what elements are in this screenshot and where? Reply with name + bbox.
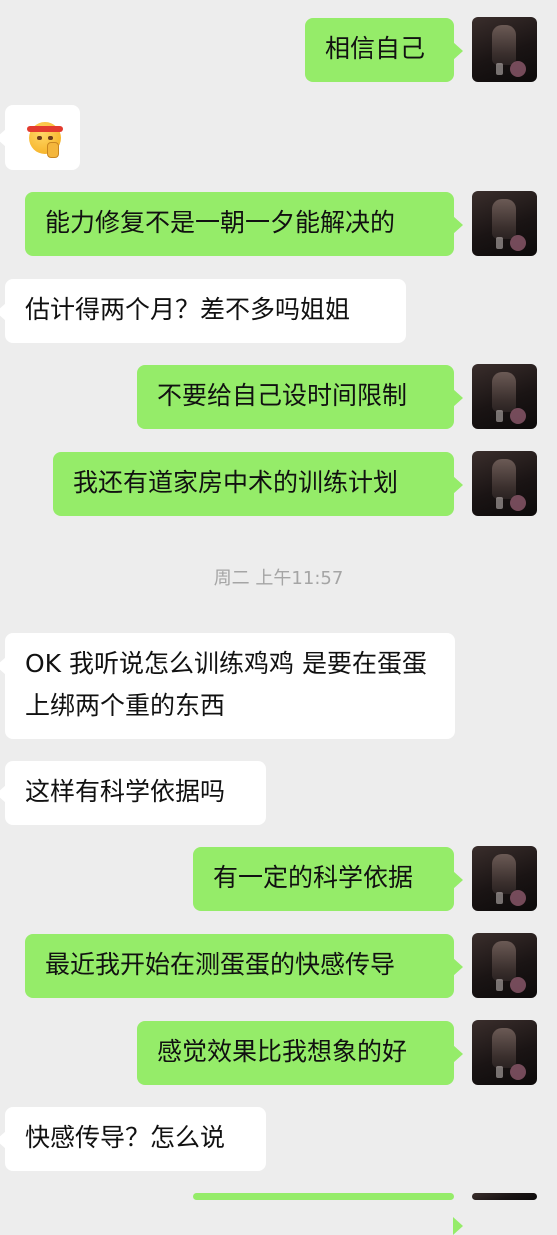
outgoing-message-bubble[interactable]: 我还有道家房中术的训练计划 [53, 452, 463, 516]
avatar[interactable] [472, 191, 537, 256]
avatar-figure [492, 25, 516, 65]
outgoing-message-bubble[interactable]: 能力修复不是一朝一夕能解决的 [25, 192, 463, 256]
emoji-eye [37, 136, 42, 140]
emoji-hand [47, 142, 59, 158]
outgoing-message-bubble-partial[interactable] [193, 1193, 463, 1235]
outgoing-message-bubble[interactable]: 相信自己 [305, 18, 463, 82]
avatar-partial[interactable] [472, 1193, 537, 1200]
incoming-emoji-bubble[interactable] [0, 105, 80, 170]
avatar[interactable] [472, 846, 537, 911]
outgoing-message-bubble[interactable]: 不要给自己设时间限制 [137, 365, 463, 429]
avatar[interactable] [472, 17, 537, 82]
avatar-detail [510, 235, 526, 251]
avatar-detail [496, 1066, 503, 1078]
avatar-detail [510, 1064, 526, 1080]
timestamp: 周二 上午11:57 [213, 568, 344, 589]
outgoing-message-bubble[interactable]: 感觉效果比我想象的好 [137, 1021, 463, 1085]
avatar-figure [492, 199, 516, 239]
avatar[interactable] [472, 933, 537, 998]
avatar-detail [510, 890, 526, 906]
avatar-figure [492, 854, 516, 894]
emoji-eye [48, 136, 53, 140]
avatar[interactable] [472, 364, 537, 429]
avatar-detail [510, 61, 526, 77]
avatar-detail [496, 410, 503, 422]
avatar[interactable] [472, 451, 537, 516]
emoji-headband [27, 126, 63, 132]
outgoing-message-bubble[interactable]: 有一定的科学依据 [193, 847, 463, 911]
outgoing-message-bubble[interactable]: 最近我开始在测蛋蛋的快感传导 [25, 934, 463, 998]
incoming-message-bubble[interactable]: 估计得两个月？差不多吗姐姐 [0, 279, 406, 343]
avatar[interactable] [472, 1020, 537, 1085]
avatar-detail [510, 495, 526, 511]
avatar-detail [496, 237, 503, 249]
avatar-detail [496, 497, 503, 509]
avatar-figure [492, 372, 516, 412]
shushing-face-emoji [27, 122, 63, 158]
avatar-figure [492, 941, 516, 981]
avatar-figure [492, 1028, 516, 1068]
avatar-detail [496, 979, 503, 991]
incoming-message-bubble[interactable]: 这样有科学依据吗 [0, 761, 266, 825]
incoming-message-bubble[interactable]: OK 我听说怎么训练鸡鸡 是要在蛋蛋上绑两个重的东西 [0, 633, 455, 739]
avatar-detail [496, 892, 503, 904]
avatar-detail [510, 408, 526, 424]
avatar-figure [492, 459, 516, 499]
avatar-detail [510, 977, 526, 993]
incoming-message-bubble[interactable]: 快感传导？怎么说 [0, 1107, 266, 1171]
avatar-detail [496, 63, 503, 75]
